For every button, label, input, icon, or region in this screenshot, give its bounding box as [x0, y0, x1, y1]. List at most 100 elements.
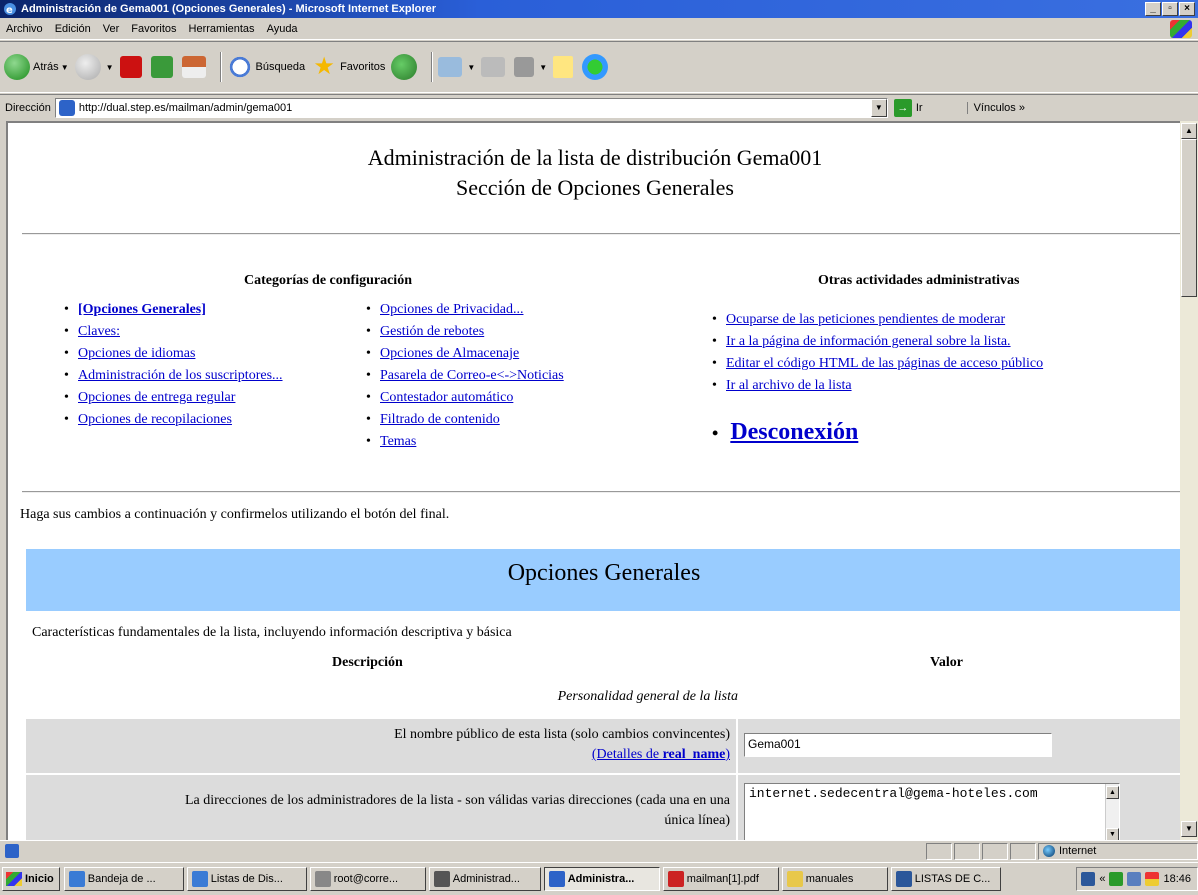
- globe-icon: [1043, 845, 1055, 857]
- config-links-col2: Opciones de Privacidad... Gestión de reb…: [366, 299, 564, 453]
- config-link-autoreply: Contestador automático: [366, 387, 564, 409]
- config-link-members-anchor[interactable]: Administración de los suscriptores...: [78, 368, 283, 383]
- history-button[interactable]: [391, 54, 420, 80]
- scroll-thumb[interactable]: [1181, 139, 1197, 297]
- config-link-privacy-anchor[interactable]: Opciones de Privacidad...: [380, 302, 523, 317]
- forward-button[interactable]: ▼: [74, 54, 114, 80]
- taskbar-item[interactable]: Listas de Dis...: [186, 867, 307, 891]
- go-arrow-icon: →: [893, 98, 912, 117]
- details-real-name-link[interactable]: (Detalles de real_name): [592, 747, 730, 762]
- logout-link[interactable]: Desconexión: [730, 419, 858, 445]
- config-link-members: Administración de los suscriptores...: [64, 365, 283, 387]
- edit-dropdown-icon[interactable]: ▼: [539, 63, 547, 72]
- address-url[interactable]: http://dual.step.es/mailman/admin/gema00…: [79, 102, 871, 114]
- menu-archivo[interactable]: Archivo: [0, 23, 49, 35]
- network-icon[interactable]: [1127, 872, 1142, 886]
- home-icon: [181, 56, 206, 78]
- forward-dropdown-icon[interactable]: ▼: [106, 63, 114, 72]
- config-link-bounce-anchor[interactable]: Gestión de rebotes: [380, 324, 484, 339]
- config-links-col1: [Opciones Generales] Claves: Opciones de…: [64, 299, 283, 431]
- back-button[interactable]: Atrás ▼: [4, 54, 69, 80]
- close-button[interactable]: ×: [1179, 2, 1195, 16]
- divider: [22, 491, 1180, 493]
- links-label: Vínculos: [973, 101, 1016, 114]
- start-button[interactable]: Inicio: [2, 867, 60, 891]
- details-key: real_name: [662, 747, 726, 762]
- menu-ayuda[interactable]: Ayuda: [261, 23, 304, 35]
- option-real-name-label: El nombre público de esta lista (solo ca…: [394, 727, 730, 742]
- address-dropdown-icon[interactable]: ▼: [870, 98, 887, 117]
- page-scrollbar[interactable]: ▲ ▼: [1180, 121, 1198, 840]
- admin-link-listinfo: Ir a la página de información general so…: [712, 331, 1043, 353]
- home-button[interactable]: [181, 56, 209, 78]
- note-icon: [553, 56, 574, 78]
- minimize-button[interactable]: _: [1145, 2, 1161, 16]
- taskbar-item-label: Administrad...: [452, 873, 520, 885]
- group-label: Personalidad general de la lista: [557, 689, 738, 704]
- windows-logo-icon: [1170, 19, 1192, 38]
- menu-favoritos[interactable]: Favoritos: [125, 23, 182, 35]
- taskbar-item[interactable]: mailman[1].pdf: [662, 867, 779, 891]
- real-name-input[interactable]: Gema001: [744, 733, 1052, 757]
- config-link-autoreply-anchor[interactable]: Contestador automático: [380, 390, 513, 405]
- owners-textarea-scrollbar[interactable]: ▲ ▼: [1105, 784, 1119, 840]
- maximize-button[interactable]: ▫: [1162, 2, 1178, 16]
- menu-ver[interactable]: Ver: [97, 23, 126, 35]
- language-icon[interactable]: [1081, 872, 1096, 886]
- messenger-button[interactable]: [582, 54, 611, 80]
- mail-dropdown-icon[interactable]: ▼: [467, 63, 475, 72]
- tray-app-icon[interactable]: [1109, 872, 1124, 886]
- console-icon: [433, 871, 450, 887]
- go-button[interactable]: → Ir: [893, 98, 923, 117]
- scroll-down-icon[interactable]: ▼: [1181, 821, 1197, 837]
- scroll-down-icon[interactable]: ▼: [1106, 828, 1119, 840]
- config-link-delivery-anchor[interactable]: Opciones de entrega regular: [78, 390, 235, 405]
- config-link-topics-anchor[interactable]: Temas: [380, 434, 416, 449]
- page-icon: [58, 99, 75, 116]
- messenger-icon: [582, 54, 609, 80]
- config-link-digest-anchor[interactable]: Opciones de recopilaciones: [78, 412, 232, 427]
- taskbar-item[interactable]: manuales: [781, 867, 888, 891]
- word-icon: [895, 871, 912, 887]
- config-link-general-anchor[interactable]: [Opciones Generales]: [78, 302, 206, 317]
- config-link-languages-anchor[interactable]: Opciones de idiomas: [78, 346, 195, 361]
- notes-button[interactable]: [553, 56, 576, 78]
- config-link-archive-anchor[interactable]: Opciones de Almacenaje: [380, 346, 519, 361]
- tray-expand-icon[interactable]: «: [1099, 873, 1105, 885]
- history-icon: [391, 54, 418, 80]
- logout-item: Desconexión: [712, 419, 858, 446]
- admin-link-moderation-anchor[interactable]: Ocuparse de las peticiones pendientes de…: [726, 312, 1005, 327]
- links-button[interactable]: Vínculos »: [966, 101, 1025, 114]
- edit-button[interactable]: ▼: [514, 57, 547, 77]
- windows-flag-icon: [6, 872, 22, 886]
- internet-explorer-icon: e: [4, 3, 16, 16]
- scroll-up-icon[interactable]: ▲: [1181, 123, 1197, 139]
- taskbar-item[interactable]: Administrad...: [428, 867, 541, 891]
- taskbar-item[interactable]: LISTAS DE C...: [890, 867, 1001, 891]
- admin-link-archives-anchor[interactable]: Ir al archivo de la lista: [726, 378, 852, 393]
- taskbar-item-active[interactable]: Administra...: [543, 867, 660, 891]
- config-link-digest: Opciones de recopilaciones: [64, 409, 283, 431]
- favorites-button[interactable]: ★ Favoritos: [311, 54, 385, 80]
- back-dropdown-icon[interactable]: ▼: [61, 63, 69, 72]
- mail-button[interactable]: ▼: [438, 57, 475, 77]
- stop-button[interactable]: [119, 56, 145, 78]
- config-link-passwords-anchor[interactable]: Claves:: [78, 324, 120, 339]
- owners-textarea[interactable]: internet.sedecentral@gema-hoteles.com: [744, 783, 1120, 840]
- scroll-up-icon[interactable]: ▲: [1106, 786, 1119, 799]
- section-description: Características fundamentales de la list…: [32, 625, 512, 640]
- config-link-gateway-anchor[interactable]: Pasarela de Correo-e<->Noticias: [380, 368, 564, 383]
- search-button[interactable]: Búsqueda: [226, 54, 305, 80]
- tray-app-icon[interactable]: [1145, 872, 1160, 886]
- taskbar-item[interactable]: root@corre...: [309, 867, 426, 891]
- menu-herramientas[interactable]: Herramientas: [183, 23, 261, 35]
- address-input[interactable]: http://dual.step.es/mailman/admin/gema00…: [54, 97, 888, 118]
- print-button[interactable]: [481, 57, 508, 77]
- admin-link-edithtml-anchor[interactable]: Editar el código HTML de las páginas de …: [726, 356, 1043, 371]
- taskbar-item-label: Bandeja de ...: [87, 873, 156, 885]
- taskbar-item[interactable]: Bandeja de ...: [63, 867, 184, 891]
- menu-edicion[interactable]: Edición: [49, 23, 97, 35]
- admin-link-listinfo-anchor[interactable]: Ir a la página de información general so…: [726, 334, 1011, 349]
- config-link-contentfilter-anchor[interactable]: Filtrado de contenido: [380, 412, 500, 427]
- refresh-button[interactable]: [150, 56, 176, 78]
